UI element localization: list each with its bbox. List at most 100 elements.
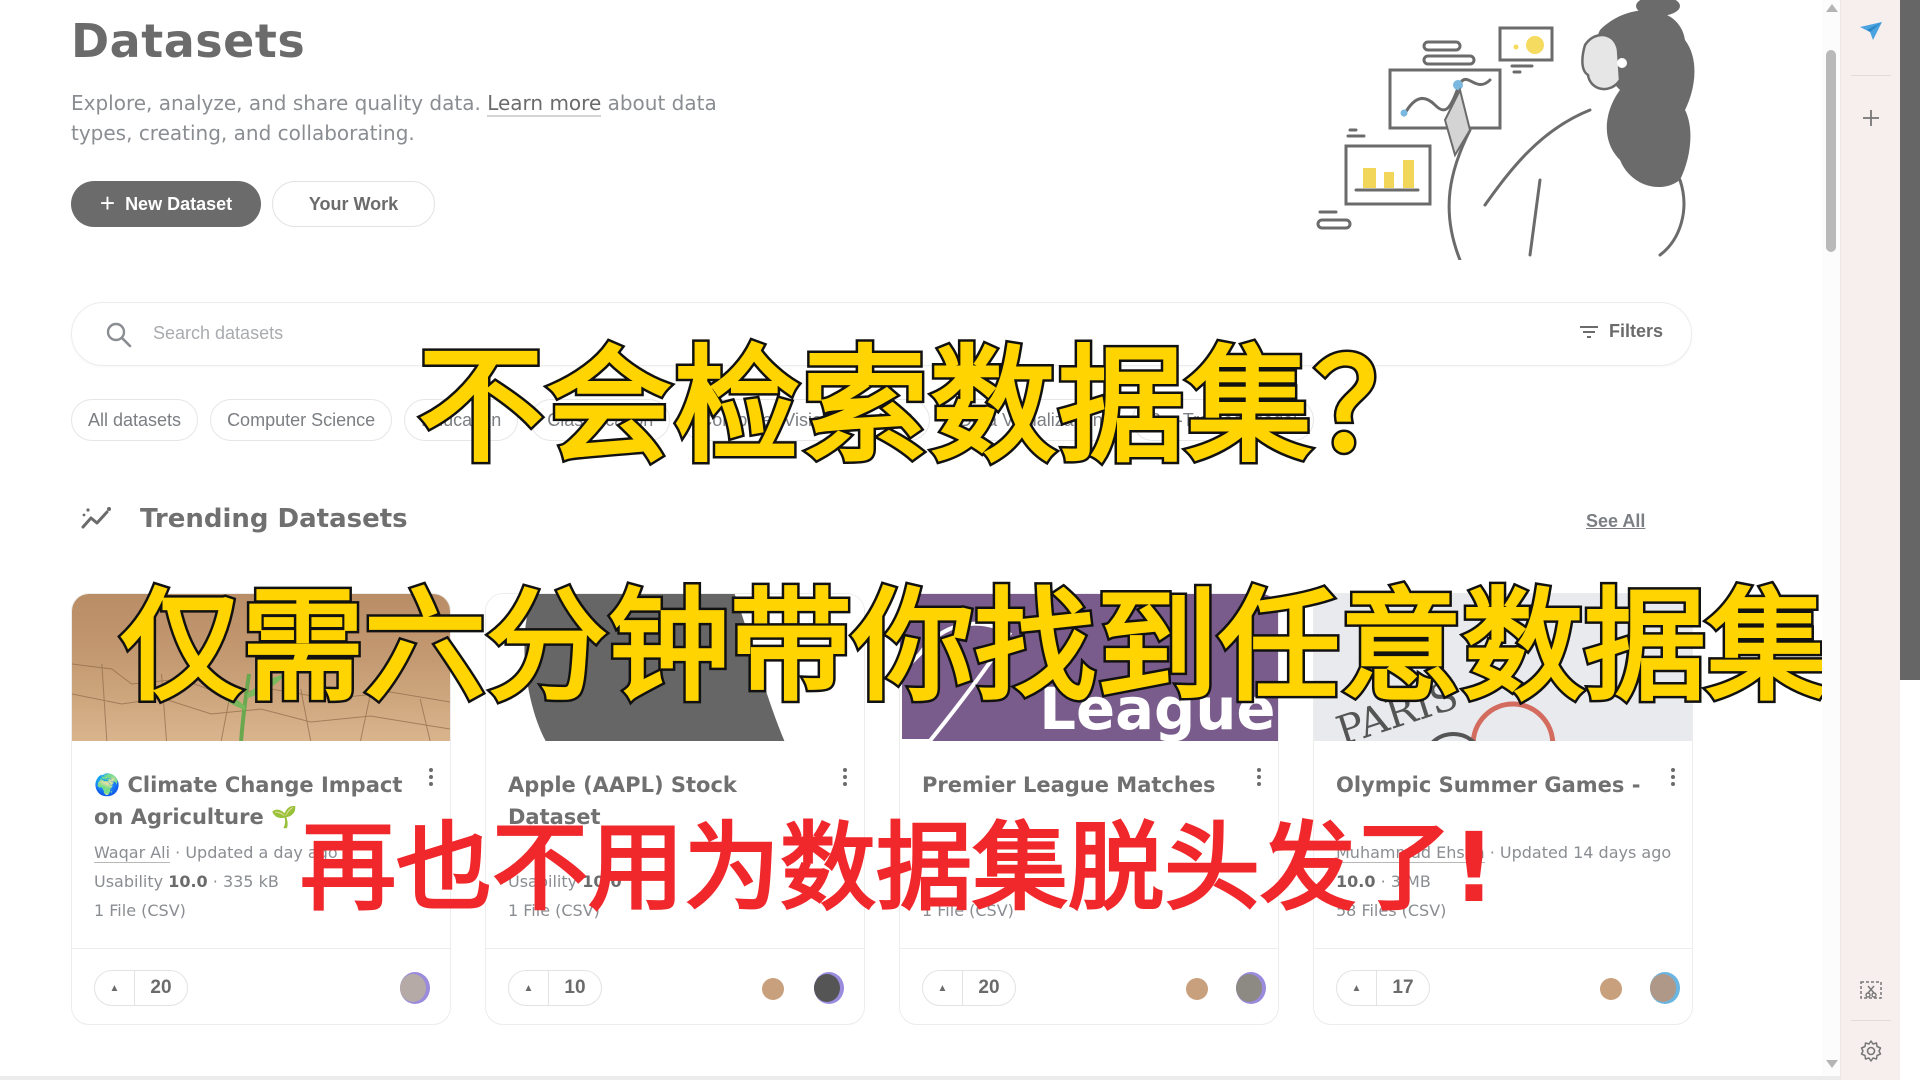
- medal-icon: [1186, 978, 1208, 1000]
- scrollbar-thumb[interactable]: [1826, 50, 1836, 252]
- upvote-arrow-icon: ▲: [509, 971, 549, 1005]
- search-input[interactable]: Search datasets: [153, 323, 283, 344]
- send-icon[interactable]: [1856, 16, 1886, 46]
- card-thumbnail-paris-olympics: PARIS: [1314, 594, 1692, 741]
- filters-label: Filters: [1608, 321, 1663, 341]
- search-bar[interactable]: Search datasets Filters: [71, 302, 1692, 366]
- card-title[interactable]: Premier League Matches: [922, 769, 1242, 801]
- more-options-icon[interactable]: [842, 768, 848, 786]
- card-usability-line: Usability 10.0: [508, 872, 622, 891]
- chip-nlp[interactable]: NLP: [860, 399, 930, 441]
- upvote-arrow-icon: ▲: [923, 971, 963, 1005]
- card-title[interactable]: Olympic Summer Games -: [1336, 769, 1656, 801]
- card-files: 1 File (CSV): [922, 901, 1014, 920]
- card-thumbnail-premier-league: League: [900, 594, 1278, 741]
- filters-button[interactable]: Filters: [1579, 321, 1663, 342]
- card-divider: [72, 948, 450, 949]
- image-card-sketch: [1498, 26, 1554, 62]
- deco-pill: [1422, 40, 1462, 52]
- upvote-button[interactable]: ▲ 17: [1336, 970, 1430, 1006]
- card-files: 1 File (CSV): [508, 901, 600, 920]
- upvote-button[interactable]: ▲ 20: [922, 970, 1016, 1006]
- vote-count: 10: [564, 977, 586, 998]
- dataset-card[interactable]: PARIS Olympic Summer Games - Muhammad Eh…: [1313, 593, 1693, 1025]
- deco-pill: [1422, 54, 1476, 66]
- filter-icon: [1579, 325, 1598, 338]
- search-icon: [106, 322, 132, 348]
- card-title[interactable]: 🌍 Climate Change Impact on Agriculture 🌱: [94, 769, 414, 833]
- more-options-icon[interactable]: [428, 768, 434, 786]
- vertical-scrollbar[interactable]: [1822, 0, 1840, 1076]
- card-thumbnail-climate: [72, 594, 450, 741]
- upvote-button[interactable]: ▲ 20: [94, 970, 188, 1006]
- page-subtitle: Explore, analyze, and share quality data…: [71, 88, 751, 148]
- trending-icon: [81, 507, 111, 529]
- upvote-arrow-icon: ▲: [1337, 971, 1377, 1005]
- globe-icon: 🌍: [94, 773, 121, 797]
- chip-computer-science[interactable]: Computer Science: [210, 399, 393, 441]
- vote-count: 17: [1392, 977, 1414, 998]
- card-divider: [486, 948, 864, 949]
- card-usability-line: 10.0 · 3 MB: [1336, 872, 1431, 891]
- card-divider: [1314, 948, 1692, 949]
- datasets-page: Datasets Explore, analyze, and share qua…: [0, 0, 1822, 1076]
- yellow-sun: [1526, 36, 1544, 54]
- upvote-button[interactable]: ▲ 10: [508, 970, 602, 1006]
- header-illustration: [1316, 0, 1695, 260]
- medal-icon: [1600, 978, 1622, 1000]
- page-title: Datasets: [71, 14, 306, 68]
- trending-heading: Trending Datasets: [140, 504, 408, 534]
- face: [1581, 33, 1622, 91]
- author-link[interactable]: Muhammad Ehsan: [1336, 843, 1485, 863]
- avatar[interactable]: [1236, 974, 1262, 1002]
- card-divider: [900, 948, 1278, 949]
- card-author-line: Muhammad Ehsan · Updated 14 days ago: [1336, 843, 1672, 863]
- medal-icon: [762, 978, 784, 1000]
- chip-pre-trained-model[interactable]: Pre-Trained Model: [1131, 399, 1315, 441]
- upvote-arrow-icon: ▲: [95, 971, 135, 1005]
- screenshot-icon[interactable]: [1856, 976, 1886, 1006]
- card-thumbnail-apple: [486, 594, 864, 741]
- league-text: League: [1039, 675, 1275, 741]
- category-chips: All datasets Computer Science Education …: [71, 399, 1315, 441]
- chip-computer-vision[interactable]: Computer Vision: [682, 399, 849, 441]
- avatar[interactable]: [814, 974, 840, 1002]
- window-edge: [1900, 0, 1920, 680]
- vote-count: 20: [150, 977, 172, 998]
- panel-divider: [1851, 1020, 1891, 1021]
- bottom-border: [0, 1076, 1840, 1080]
- avatar[interactable]: [400, 974, 426, 1002]
- learn-more-link[interactable]: Learn more: [487, 91, 602, 117]
- more-options-icon[interactable]: [1256, 768, 1262, 786]
- chip-data-visualization[interactable]: Data Visualization: [942, 399, 1120, 441]
- card-author-line: Waqar Ali · Updated a day ago: [94, 843, 338, 863]
- new-dataset-button[interactable]: + New Dataset: [71, 181, 261, 227]
- panel-divider: [1851, 75, 1891, 76]
- chip-classification[interactable]: Classification: [530, 399, 671, 441]
- window-edge-lower: [1900, 680, 1920, 1080]
- subtitle-text: Explore, analyze, and share quality data…: [71, 91, 488, 115]
- settings-icon[interactable]: [1856, 1036, 1886, 1066]
- scroll-up-arrow-icon[interactable]: [1826, 4, 1838, 12]
- your-work-button[interactable]: Your Work: [272, 181, 435, 227]
- more-options-icon[interactable]: [1670, 768, 1676, 786]
- dataset-card[interactable]: League Premier League Matches 1 File (CS…: [899, 593, 1279, 1025]
- vote-count: 20: [978, 977, 1000, 998]
- scroll-down-arrow-icon[interactable]: [1826, 1060, 1838, 1068]
- browser-side-panel: [1840, 0, 1900, 1080]
- card-usability-line: Usability 10.0 · 335 kB: [94, 872, 279, 891]
- dataset-card[interactable]: 🌍 Climate Change Impact on Agriculture 🌱…: [71, 593, 451, 1025]
- plus-icon[interactable]: [1856, 103, 1886, 133]
- new-dataset-label: New Dataset: [125, 193, 233, 214]
- chip-all-datasets[interactable]: All datasets: [71, 399, 199, 441]
- chip-education[interactable]: Education: [404, 399, 519, 441]
- yellow-bars: [1363, 160, 1414, 188]
- dataset-card[interactable]: Apple (AAPL) Stock Dataset Usability 10.…: [485, 593, 865, 1025]
- avatar[interactable]: [1650, 974, 1676, 1002]
- card-files: 1 File (CSV): [94, 901, 186, 920]
- card-title[interactable]: Apple (AAPL) Stock Dataset: [508, 769, 828, 833]
- plus-icon: +: [99, 187, 116, 218]
- see-all-link[interactable]: See All: [1586, 511, 1645, 532]
- card-files: 58 Files (CSV): [1336, 901, 1447, 920]
- author-link[interactable]: Waqar Ali: [94, 843, 171, 863]
